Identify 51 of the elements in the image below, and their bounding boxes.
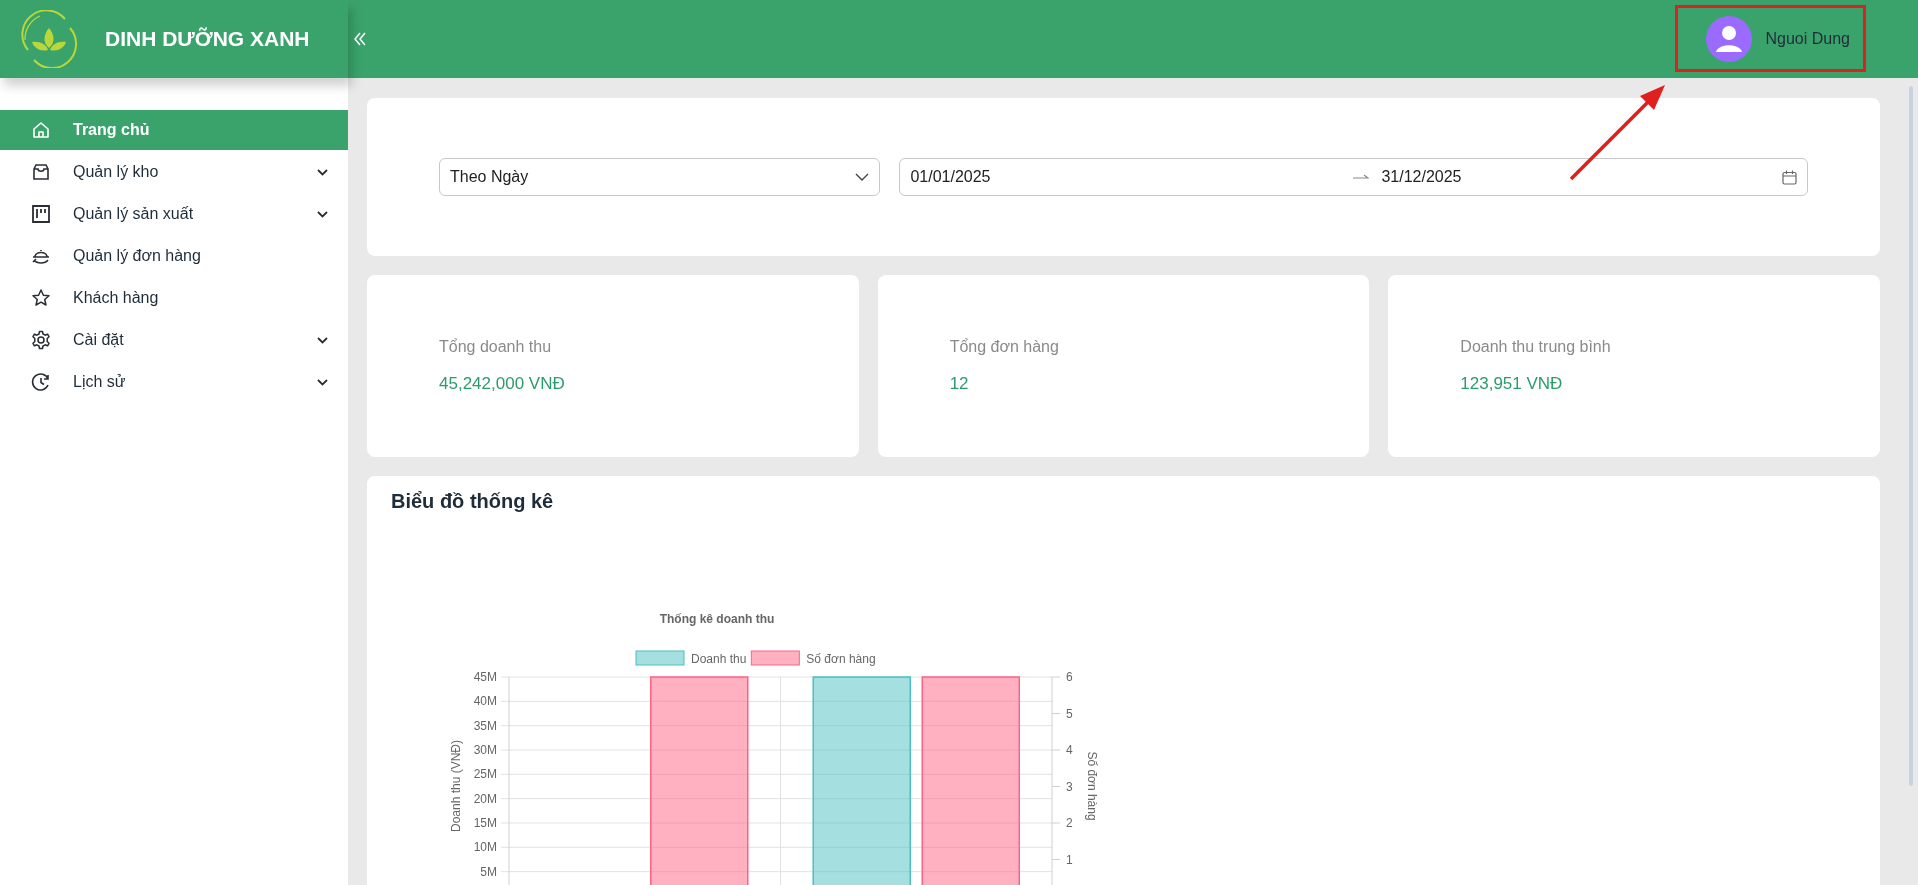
- clock-icon: [31, 372, 51, 392]
- axis-tick-label: 5: [1066, 706, 1073, 721]
- settings-icon: [31, 330, 51, 350]
- sidebar-item[interactable]: Cài đặt: [0, 320, 348, 360]
- stat-value: 123,951 VNĐ: [1460, 373, 1564, 396]
- collapse-sidebar-icon[interactable]: [353, 31, 367, 47]
- leaf-logo-icon: [20, 10, 78, 68]
- star-icon: [31, 288, 51, 308]
- sidebar-item[interactable]: Quản lý kho: [0, 152, 348, 192]
- axis-tick-label: 3: [1066, 779, 1073, 794]
- home-icon: [31, 120, 51, 140]
- stat-label: Tổng doanh thu: [439, 337, 553, 358]
- axis-tick-label: 40M: [473, 694, 497, 709]
- sidebar-item[interactable]: Quản lý đơn hàng: [0, 236, 348, 276]
- sidebar-item[interactable]: Khách hàng: [0, 278, 348, 318]
- axis-tick-label: 25M: [473, 767, 497, 782]
- start-date[interactable]: 01/01/2025: [910, 165, 1354, 189]
- sidebar-item[interactable]: Quản lý sản xuất: [0, 194, 348, 234]
- user-avatar-icon[interactable]: [1705, 16, 1752, 62]
- axis-tick-label: 6: [1066, 670, 1073, 684]
- board-icon: [31, 204, 51, 224]
- legend-label[interactable]: Doanh thu: [691, 652, 747, 666]
- axis-tick-label: 1: [1066, 852, 1073, 867]
- chart-title: Thống kê doanh thu: [659, 612, 775, 626]
- chevron-down-icon: [855, 173, 870, 181]
- calendar-icon: [1782, 169, 1797, 185]
- axis-tick-label: 2: [1066, 816, 1073, 830]
- axis-title: Doanh thu (VNĐ): [449, 740, 463, 832]
- axis-tick-label: 15M: [473, 816, 497, 830]
- axis-tick-label: 10M: [473, 840, 497, 855]
- axis-tick-label: 30M: [473, 743, 497, 757]
- axis-tick-label: 20M: [473, 791, 497, 806]
- stat-value: 45,242,000 VNĐ: [439, 373, 566, 396]
- axis-tick-label: 5M: [480, 864, 497, 879]
- axis-title: Số đơn hàng: [1085, 751, 1099, 821]
- stat-label: Tổng đơn hàng: [949, 337, 1060, 358]
- card-title: Biểu đồ thống kê: [391, 489, 555, 514]
- scrollbar[interactable]: [1909, 86, 1913, 786]
- end-date[interactable]: 31/12/2025: [1381, 165, 1462, 189]
- axis-tick-label: 45M: [473, 670, 497, 684]
- stat-label: Doanh thu trung bình: [1460, 337, 1612, 358]
- sidebar-item[interactable]: Lịch sử: [0, 362, 348, 402]
- period-select[interactable]: Theo Ngày: [439, 158, 881, 196]
- legend-label[interactable]: Số đơn hàng: [806, 652, 876, 666]
- brand-name: DINH DƯỠNG XANH: [105, 26, 310, 53]
- axis-tick-label: 4: [1066, 743, 1073, 757]
- axis-tick-label: 35M: [473, 718, 497, 733]
- stat-value: 12: [949, 373, 970, 396]
- user-name[interactable]: Nguoi Dung: [1765, 27, 1850, 51]
- inbox-icon: [31, 162, 51, 182]
- date-range-field[interactable]: 01/01/2025 31/12/2025: [899, 158, 1808, 196]
